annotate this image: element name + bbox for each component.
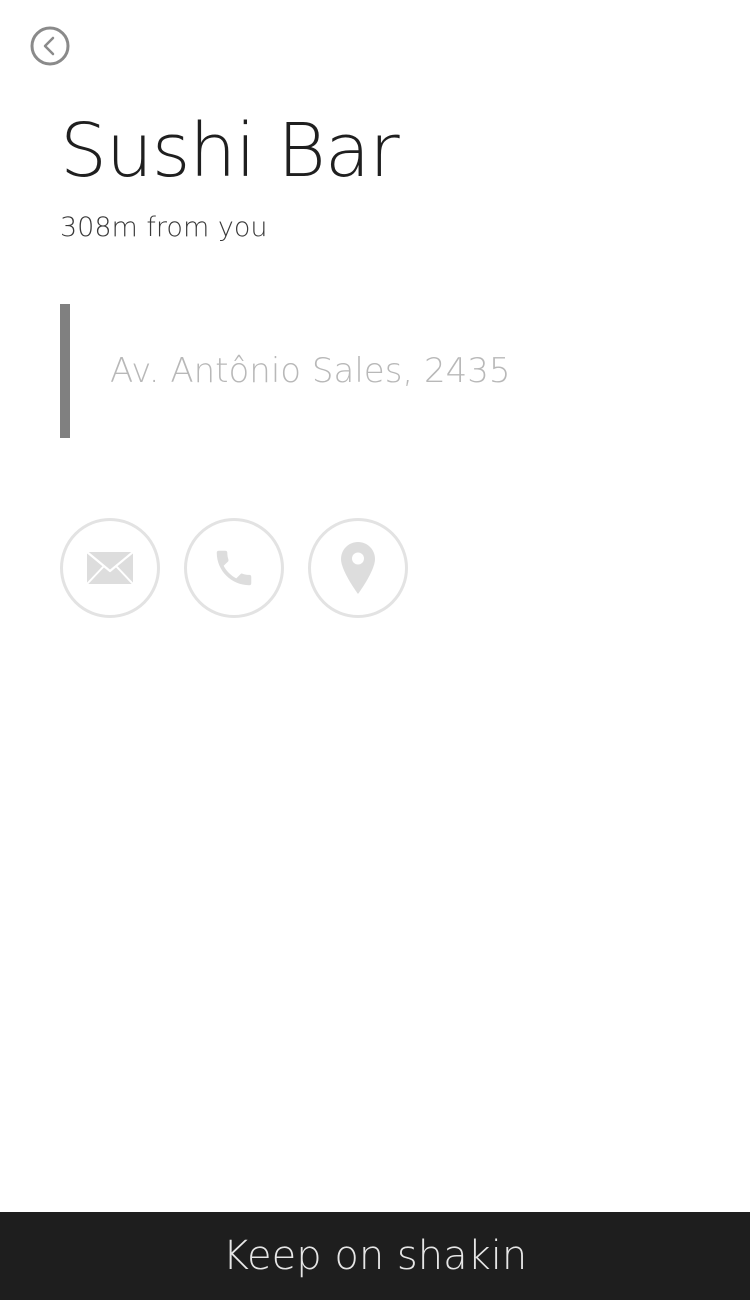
keep-shaking-bar[interactable]: Keep on shakin xyxy=(0,1212,750,1300)
place-distance: 308m from you xyxy=(60,212,268,243)
back-button[interactable] xyxy=(30,26,70,66)
envelope-icon xyxy=(86,551,134,585)
address-block: Av. Antônio Sales, 2435 xyxy=(60,304,700,438)
phone-icon xyxy=(216,550,252,586)
map-button[interactable] xyxy=(308,518,408,618)
address-text[interactable]: Av. Antônio Sales, 2435 xyxy=(110,304,511,438)
chevron-left-circle-icon xyxy=(30,26,70,66)
email-button[interactable] xyxy=(60,518,160,618)
phone-button[interactable] xyxy=(184,518,284,618)
address-accent-bar xyxy=(60,304,70,438)
map-pin-icon xyxy=(341,542,375,594)
place-title: Sushi Bar xyxy=(60,108,400,194)
footer-label: Keep on shakin xyxy=(222,1233,528,1279)
